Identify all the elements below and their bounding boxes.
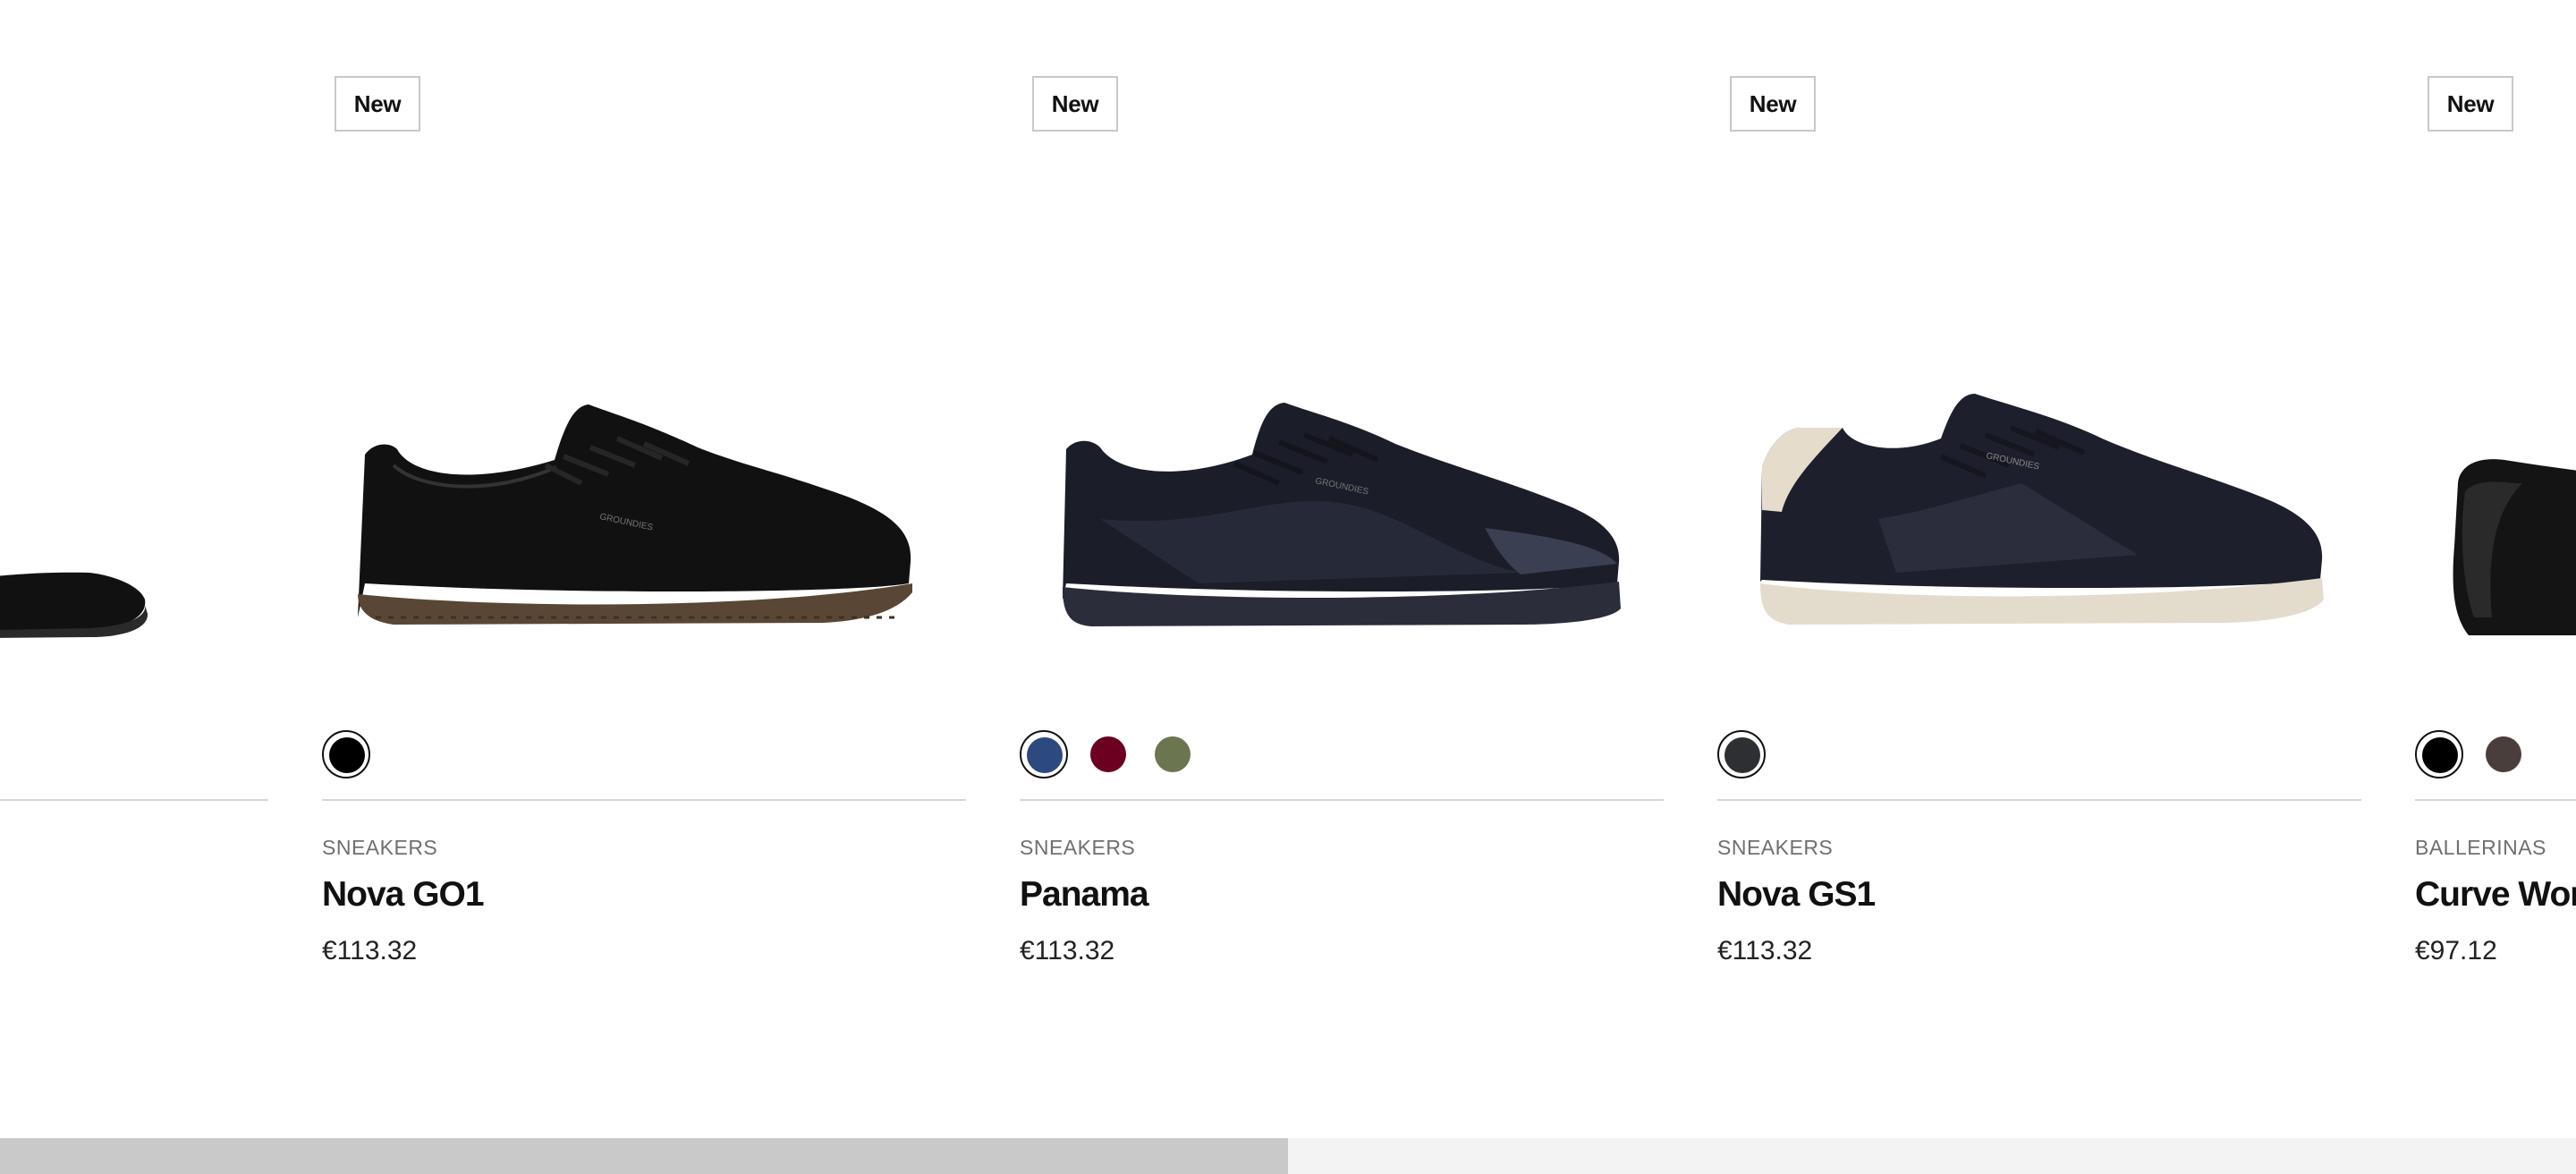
product-card[interactable]: New GROUNDIES SNEAKERS Nova GO1 €113.32	[322, 0, 966, 1056]
product-price: €97.12	[2415, 936, 2497, 966]
color-swatch[interactable]	[1084, 730, 1132, 778]
product-card[interactable]: New BALLERINAS Curve Women €97.12	[2415, 0, 2576, 1056]
product-name[interactable]: Curve Women	[2415, 875, 2576, 915]
product-card[interactable]: New GROUNDIES SNEAKERS Panama €113.32	[1020, 0, 1664, 1056]
color-swatch[interactable]	[2415, 730, 2463, 778]
product-image[interactable]: GROUNDIES	[1020, 349, 1664, 671]
color-swatch[interactable]	[1148, 730, 1197, 778]
color-swatch[interactable]	[2479, 730, 2528, 778]
product-name[interactable]: Nova GO1	[322, 875, 485, 915]
card-divider	[322, 799, 966, 801]
new-badge: New	[1032, 76, 1118, 132]
product-category: SNEAKERS	[322, 836, 438, 859]
product-card-partial[interactable]	[0, 0, 268, 1056]
new-badge: New	[335, 76, 420, 132]
swatch-color	[1724, 737, 1760, 773]
product-image[interactable]	[2415, 349, 2576, 671]
product-price: €113.32	[1020, 936, 1115, 966]
product-name[interactable]: Nova GS1	[1717, 875, 1876, 915]
product-image[interactable]: GROUNDIES	[1717, 349, 2361, 671]
swatch-color	[1027, 737, 1063, 773]
promo-banner-right	[1288, 1138, 2576, 1174]
promo-banner-left	[0, 1138, 1288, 1174]
product-price: €113.32	[1717, 936, 1813, 966]
card-divider	[2415, 799, 2576, 801]
product-category: SNEAKERS	[1717, 836, 1834, 859]
color-swatches	[1020, 730, 1197, 778]
color-swatch[interactable]	[1020, 730, 1068, 778]
swatch-color	[1090, 736, 1126, 772]
swatch-color	[329, 737, 365, 773]
new-badge: New	[1730, 76, 1816, 132]
swatch-color	[2422, 737, 2458, 773]
new-badge: New	[2428, 76, 2513, 132]
color-swatch[interactable]	[1717, 730, 1766, 778]
swatch-color	[2486, 736, 2521, 772]
swatch-color	[1155, 736, 1191, 772]
product-category: SNEAKERS	[1020, 836, 1136, 859]
card-divider	[1717, 799, 2361, 801]
color-swatches	[2415, 730, 2528, 778]
product-card[interactable]: New GROUNDIES SNEAKERS Nova GS1 €113.32	[1717, 0, 2361, 1056]
product-name[interactable]: Panama	[1020, 875, 1149, 915]
card-divider	[1020, 799, 1664, 801]
product-image[interactable]	[0, 349, 268, 671]
product-image[interactable]: GROUNDIES	[322, 349, 966, 671]
product-category: BALLERINAS	[2415, 836, 2546, 859]
product-carousel: New GROUNDIES SNEAKERS Nova GO1 €113.32 …	[0, 0, 2576, 1138]
card-divider	[0, 799, 268, 801]
color-swatches	[322, 730, 370, 778]
color-swatch[interactable]	[322, 730, 370, 778]
color-swatches	[1717, 730, 1766, 778]
product-price: €113.32	[322, 936, 418, 966]
